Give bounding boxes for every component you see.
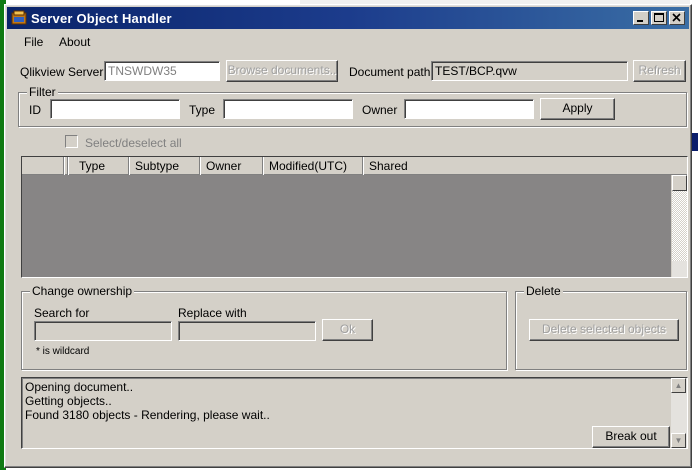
status-log[interactable]: Opening document.. Getting objects.. Fou… bbox=[21, 377, 688, 449]
scroll-down-arrow-icon[interactable]: ▼ bbox=[671, 433, 686, 448]
qlikview-server-input[interactable]: TNSWDW35 bbox=[104, 61, 220, 81]
column-header-shared[interactable]: Shared bbox=[369, 159, 408, 173]
filter-owner-input[interactable] bbox=[404, 99, 534, 119]
delete-selected-objects-button[interactable]: Delete selected objects bbox=[529, 319, 679, 341]
filter-type-input[interactable] bbox=[223, 99, 353, 119]
column-divider[interactable] bbox=[67, 157, 68, 175]
grid-scroll-thumb[interactable] bbox=[672, 175, 687, 191]
document-path-field[interactable]: TEST/BCP.qvw bbox=[431, 61, 628, 81]
filter-type-label: Type bbox=[189, 103, 216, 117]
filter-id-label: ID bbox=[29, 103, 41, 117]
break-out-button[interactable]: Break out bbox=[592, 426, 670, 448]
grid-header: Type Subtype Owner Modified(UTC) Shared bbox=[22, 157, 687, 175]
column-divider[interactable] bbox=[199, 157, 200, 175]
change-ownership-caption: Change ownership bbox=[30, 284, 135, 298]
filter-id-input[interactable] bbox=[50, 99, 180, 119]
title-bar[interactable]: Server Object Handler bbox=[7, 7, 689, 29]
server-object-handler-window: Server Object Handler File About Qlikvie… bbox=[4, 4, 692, 468]
log-scrollbar[interactable]: ▲ ▼ bbox=[671, 378, 687, 448]
minimize-icon bbox=[637, 20, 643, 22]
app-icon bbox=[11, 10, 27, 25]
ok-button[interactable]: Ok bbox=[322, 319, 373, 341]
menu-file[interactable]: File bbox=[24, 35, 43, 49]
search-for-input[interactable] bbox=[34, 321, 172, 341]
maximize-button[interactable] bbox=[651, 11, 667, 25]
apply-button[interactable]: Apply bbox=[540, 98, 615, 120]
grid-scrollbar[interactable] bbox=[671, 175, 687, 277]
close-button[interactable] bbox=[669, 11, 685, 25]
menu-about[interactable]: About bbox=[59, 35, 90, 49]
column-header-type[interactable]: Type bbox=[79, 159, 105, 173]
column-divider[interactable] bbox=[362, 157, 363, 175]
maximize-icon bbox=[654, 13, 664, 22]
qlikview-server-label: Qlikview Server bbox=[20, 65, 104, 79]
search-for-label: Search for bbox=[34, 306, 90, 320]
grid-scroll-track[interactable] bbox=[672, 191, 687, 261]
column-header-modified[interactable]: Modified(UTC) bbox=[269, 159, 347, 173]
refresh-button[interactable]: Refresh bbox=[633, 60, 686, 82]
replace-with-label: Replace with bbox=[178, 306, 247, 320]
minimize-button[interactable] bbox=[633, 11, 649, 25]
column-header-subtype[interactable]: Subtype bbox=[135, 159, 179, 173]
log-line: Opening document.. bbox=[25, 380, 134, 394]
menu-bar: File About bbox=[7, 31, 689, 51]
filter-owner-label: Owner bbox=[362, 103, 398, 117]
replace-with-input[interactable] bbox=[178, 321, 316, 341]
log-line: Found 3180 objects - Rendering, please w… bbox=[25, 408, 270, 422]
browse-documents-button[interactable]: Browse documents.. bbox=[226, 60, 338, 82]
column-divider[interactable] bbox=[262, 157, 263, 175]
column-divider[interactable] bbox=[128, 157, 129, 175]
column-divider[interactable] bbox=[63, 157, 64, 175]
select-all-label: Select/deselect all bbox=[85, 136, 182, 150]
scroll-up-arrow-icon[interactable]: ▲ bbox=[671, 378, 686, 393]
objects-grid[interactable]: Type Subtype Owner Modified(UTC) Shared bbox=[21, 156, 688, 278]
close-icon bbox=[672, 13, 681, 22]
delete-caption: Delete bbox=[524, 284, 563, 298]
column-header-owner[interactable]: Owner bbox=[206, 159, 241, 173]
log-line: Getting objects.. bbox=[25, 394, 112, 408]
select-all-checkbox[interactable] bbox=[65, 135, 78, 148]
wildcard-note: * is wildcard bbox=[36, 346, 90, 357]
window-title: Server Object Handler bbox=[31, 11, 172, 26]
filter-caption: Filter bbox=[27, 85, 58, 99]
document-path-label: Document path bbox=[349, 65, 431, 79]
